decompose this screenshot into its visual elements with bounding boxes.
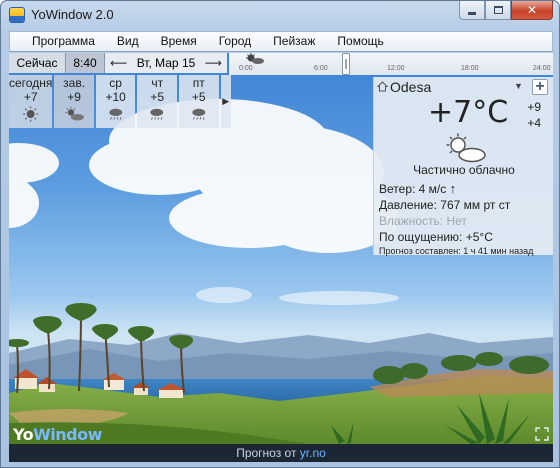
wind-label: Ветер: [379, 182, 416, 196]
maximize-icon [493, 6, 503, 14]
wind-value: 4 м/с [418, 182, 447, 196]
timeline-slider-thumb[interactable] [342, 53, 350, 75]
sun-cloud-icon [246, 53, 264, 64]
pressure-row: Давление: 767 мм рт ст [379, 198, 510, 212]
pressure-value: 767 мм рт ст [440, 198, 511, 212]
feels-like-row: По ощущению: +5°C [379, 230, 493, 244]
menu-landscape[interactable]: Пейзаж [262, 32, 326, 51]
tick-label: 12:00 [387, 65, 405, 72]
partly-cloudy-icon [65, 106, 85, 121]
fullscreen-icon[interactable] [535, 427, 549, 441]
sun-icon [23, 106, 39, 122]
forecast-day-name: пт [192, 76, 205, 90]
forecast-made-row: Прогноз составлен: 1 ч 41 мин назад [379, 246, 533, 256]
app-window: YoWindow 2.0 ✕ Программа Вид Время Город… [0, 0, 560, 468]
now-button[interactable]: Сейчас [9, 53, 66, 73]
forecast-day[interactable]: зав. +9 [54, 75, 94, 128]
close-button[interactable]: ✕ [511, 1, 553, 20]
current-time[interactable]: 8:40 [66, 53, 105, 73]
forecast-day-name: сегодня [9, 76, 53, 90]
cloud-rain-icon [192, 108, 206, 120]
title-bar[interactable]: YoWindow 2.0 ✕ [1, 1, 559, 30]
cloud-rain-icon [150, 108, 164, 120]
feels-like-label: По ощущению: [379, 230, 463, 244]
forecast-day-name: чт [151, 76, 164, 90]
window-controls: ✕ [459, 1, 553, 20]
date-selector: ⟵ Вт, Мар 15 ⟶ [105, 53, 227, 73]
time-strip: Сейчас 8:40 ⟵ Вт, Мар 15 ⟶ [9, 53, 229, 73]
partly-cloudy-icon [446, 133, 486, 163]
yowindow-logo[interactable]: YoWindow [13, 425, 102, 444]
forecast-day-temp: +5 [191, 90, 206, 104]
day-timeline[interactable]: 0:00 6:00 12:00 18:00 24:00 [229, 53, 553, 75]
plus-icon: + [535, 78, 545, 95]
forecast-source-label: Прогноз от [236, 446, 297, 460]
forecast-day-name: ср [109, 76, 122, 90]
tick-label: 0:00 [239, 65, 253, 72]
chevron-down-icon[interactable]: ▼ [514, 81, 523, 91]
forecast-made-value: 1 ч 41 мин назад [463, 246, 534, 256]
close-icon: ✕ [526, 3, 538, 17]
yowindow-app-icon[interactable] [9, 7, 25, 23]
logo-window: Window [33, 425, 102, 444]
arrow-right-icon[interactable]: ⟶ [205, 56, 222, 70]
humidity-value: Нет [446, 214, 467, 228]
feels-like-value: +5°C [465, 230, 493, 244]
forecast-day[interactable]: пт +5 [178, 75, 219, 128]
forecast-day[interactable]: ср +10 [95, 75, 136, 128]
menu-program[interactable]: Программа [21, 32, 106, 51]
menu-view[interactable]: Вид [106, 32, 150, 51]
wind-direction-arrow-icon: ↑ [449, 181, 457, 196]
forecast-day-temp: +9 [67, 90, 81, 104]
forecast-next-button[interactable]: ▶ [220, 75, 231, 128]
add-location-button[interactable]: + [532, 79, 548, 95]
maximize-button[interactable] [485, 1, 511, 20]
menu-city[interactable]: Город [208, 32, 262, 51]
minimize-icon [468, 11, 476, 15]
triangle-right-icon: ▶ [222, 96, 230, 106]
forecast-day[interactable]: сегодня +7 [9, 75, 53, 128]
menu-help[interactable]: Помощь [326, 32, 394, 51]
menu-bar: Программа Вид Время Город Пейзаж Помощь [9, 31, 553, 52]
minimize-button[interactable] [459, 1, 485, 20]
temp-high: +9 [527, 100, 541, 114]
pressure-label: Давление: [379, 198, 437, 212]
tick-label: 24:00 [533, 65, 551, 72]
forecast-made-label: Прогноз составлен: [379, 246, 461, 256]
current-temperature: +7°C [428, 95, 509, 130]
forecast-strip: сегодня +7 зав. +9 ср +10 чт +5 пт +5 ▶ [9, 75, 231, 128]
current-date[interactable]: Вт, Мар 15 [137, 56, 196, 70]
forecast-day-temp: +7 [23, 90, 38, 104]
humidity-label: Влажность: [379, 214, 444, 228]
forecast-day-temp: +10 [105, 90, 126, 104]
city-name[interactable]: Odesa [390, 79, 431, 95]
forecast-day-name: зав. [63, 76, 86, 90]
forecast-source-link[interactable]: yr.no [300, 446, 326, 460]
temp-low: +4 [527, 116, 541, 130]
home-icon[interactable] [377, 81, 388, 92]
condition-text: Частично облачно [413, 163, 515, 177]
tick-label: 18:00 [461, 65, 479, 72]
forecast-day-temp: +5 [150, 90, 165, 104]
current-conditions-panel: Odesa ▼ + +7°C +9 +4 Частично облачно Ве… [373, 77, 553, 256]
logo-yo: Yo [13, 425, 34, 444]
tick-label: 6:00 [314, 65, 328, 72]
humidity-row: Влажность: Нет [379, 214, 467, 228]
cloud-rain-icon [109, 108, 123, 120]
arrow-left-icon[interactable]: ⟵ [110, 56, 127, 70]
forecast-day[interactable]: чт +5 [137, 75, 177, 128]
wind-row: Ветер: 4 м/с ↑ [379, 181, 456, 196]
status-bar: Прогноз от yr.no [9, 444, 553, 462]
window-title: YoWindow 2.0 [31, 7, 114, 22]
menu-time[interactable]: Время [150, 32, 208, 51]
weather-scene[interactable]: Сейчас 8:40 ⟵ Вт, Мар 15 ⟶ 0:00 6:00 12:… [9, 53, 553, 444]
